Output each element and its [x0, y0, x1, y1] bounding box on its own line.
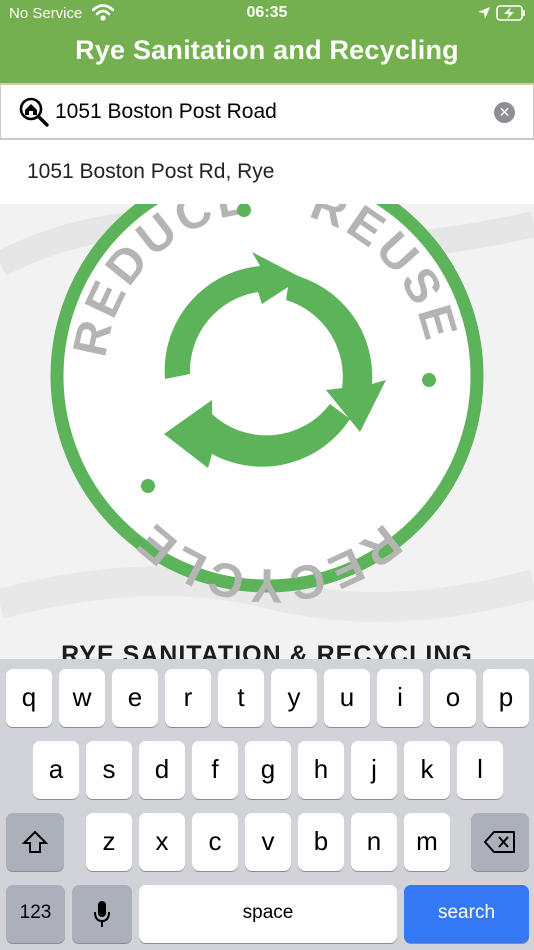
key-k[interactable]: k [404, 741, 450, 799]
key-q[interactable]: q [6, 669, 52, 727]
backspace-icon [484, 831, 515, 853]
recycle-logo: REDUCE REUSE RECYCLE [0, 204, 534, 622]
key-i[interactable]: i [377, 669, 423, 727]
clear-search-button[interactable]: ✕ [494, 102, 515, 123]
app-header: No Service 06:35 Rye Sanitation and Recy… [0, 0, 534, 83]
separator-dot [422, 373, 436, 387]
microphone-icon [94, 901, 110, 927]
key-p[interactable]: p [483, 669, 529, 727]
key-e[interactable]: e [112, 669, 158, 727]
key-h[interactable]: h [298, 741, 344, 799]
key-n[interactable]: n [351, 813, 397, 871]
key-t[interactable]: t [218, 669, 264, 727]
key-g[interactable]: g [245, 741, 291, 799]
key-f[interactable]: f [192, 741, 238, 799]
address-suggestion[interactable]: 1051 Boston Post Rd, Rye [0, 140, 534, 204]
logo-area: REDUCE REUSE RECYCLE RYE SANITATION & RE… [0, 204, 534, 659]
key-x[interactable]: x [139, 813, 185, 871]
home-search-icon [18, 96, 50, 133]
space-key[interactable]: space [139, 885, 397, 943]
key-o[interactable]: o [430, 669, 476, 727]
address-search-input[interactable] [55, 95, 475, 129]
key-l[interactable]: l [457, 741, 503, 799]
page-title: Rye Sanitation and Recycling [75, 35, 459, 65]
key-y[interactable]: y [271, 669, 317, 727]
key-m[interactable]: m [404, 813, 450, 871]
backspace-key[interactable] [471, 813, 529, 871]
battery-charging-icon [496, 5, 526, 26]
address-search-bar[interactable]: ✕ [0, 83, 534, 140]
key-u[interactable]: u [324, 669, 370, 727]
key-w[interactable]: w [59, 669, 105, 727]
separator-dot [141, 479, 155, 493]
key-d[interactable]: d [139, 741, 185, 799]
key-c[interactable]: c [192, 813, 238, 871]
location-arrow-icon [477, 6, 491, 25]
status-bar: No Service 06:35 [0, 0, 534, 28]
brand-wordmark: RYE SANITATION & RECYCLING [61, 641, 473, 659]
key-b[interactable]: b [298, 813, 344, 871]
key-j[interactable]: j [351, 741, 397, 799]
shift-arrow-icon [21, 830, 49, 853]
suggestion-text: 1051 Boston Post Rd, Rye [27, 160, 275, 183]
numbers-key[interactable]: 123 [6, 885, 65, 943]
key-r[interactable]: r [165, 669, 211, 727]
key-z[interactable]: z [86, 813, 132, 871]
key-v[interactable]: v [245, 813, 291, 871]
shift-key[interactable] [6, 813, 64, 871]
key-s[interactable]: s [86, 741, 132, 799]
search-key[interactable]: search [404, 885, 529, 943]
onscreen-keyboard: q w e r t y u i o p a s d f g h j k l z … [0, 659, 534, 950]
key-a[interactable]: a [33, 741, 79, 799]
clock: 06:35 [246, 4, 288, 21]
dictation-key[interactable] [72, 885, 132, 943]
